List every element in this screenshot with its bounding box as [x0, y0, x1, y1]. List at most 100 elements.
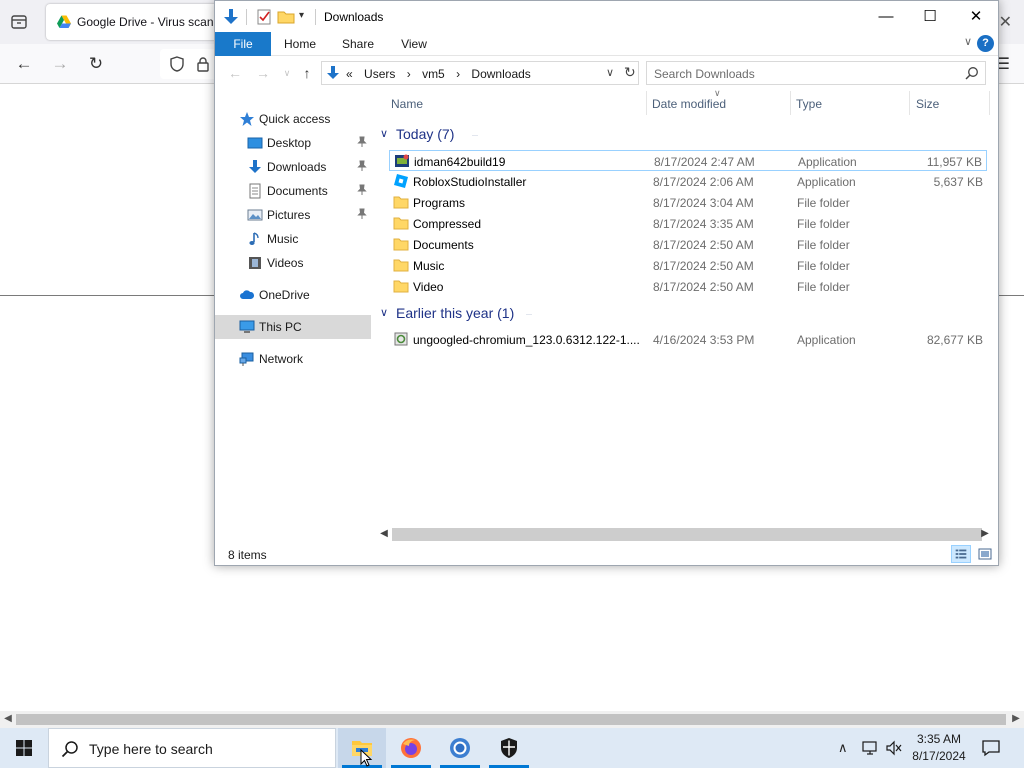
pin-icon[interactable]: [357, 160, 367, 172]
search-input[interactable]: Search Downloads: [646, 61, 986, 85]
collapse-chevron-icon[interactable]: ∨: [380, 127, 388, 140]
forward-icon[interactable]: →: [48, 52, 72, 76]
maximize-icon[interactable]: ☐: [907, 1, 953, 32]
videos-icon: [249, 257, 261, 269]
breadcrumb-overflow[interactable]: «: [346, 67, 353, 81]
sidebar-item-music[interactable]: Music: [215, 227, 371, 251]
pin-icon[interactable]: [357, 184, 367, 196]
sidebar-item-this-pc[interactable]: This PC: [215, 315, 371, 339]
sidebar-item-pictures[interactable]: Pictures: [215, 203, 371, 227]
breadcrumb-users[interactable]: Users: [364, 67, 395, 81]
notification-center-icon[interactable]: [981, 738, 1001, 758]
column-separator[interactable]: [646, 91, 647, 115]
large-icons-view-icon[interactable]: [975, 545, 995, 563]
reload-icon[interactable]: ↻: [84, 52, 108, 76]
new-folder-icon[interactable]: [277, 8, 295, 26]
tab-view[interactable]: View: [391, 32, 437, 56]
help-icon[interactable]: ?: [977, 35, 994, 52]
table-row[interactable]: Music 8/17/2024 2:50 AM File folder: [389, 255, 987, 276]
forward-icon[interactable]: →: [253, 63, 273, 83]
mouse-cursor-icon: [360, 749, 373, 767]
address-dropdown-icon[interactable]: ∨: [606, 66, 614, 79]
properties-icon[interactable]: [255, 8, 273, 26]
ribbon-expand-icon[interactable]: ∨: [964, 35, 972, 48]
breadcrumb-separator[interactable]: ›: [407, 67, 411, 81]
pin-icon[interactable]: [357, 208, 367, 220]
table-row[interactable]: Programs 8/17/2024 3:04 AM File folder: [389, 192, 987, 213]
sidebar-item-onedrive[interactable]: OneDrive: [215, 283, 371, 307]
horizontal-scrollbar[interactable]: ◀ ▶: [376, 526, 998, 543]
scroll-left-icon[interactable]: ◀: [377, 527, 391, 541]
volume-muted-icon[interactable]: [885, 740, 903, 756]
minimize-icon[interactable]: —: [863, 1, 909, 32]
up-icon[interactable]: ↑: [297, 63, 317, 83]
chrome-icon: [450, 738, 470, 758]
column-header-type[interactable]: Type: [796, 97, 822, 111]
tab-file[interactable]: File: [215, 32, 271, 56]
scrollbar-thumb[interactable]: [16, 714, 1006, 725]
shield-icon[interactable]: [169, 56, 185, 72]
document-icon: [249, 183, 261, 199]
taskbar-search-placeholder: Type here to search: [89, 741, 213, 757]
taskbar-search-input[interactable]: Type here to search: [48, 728, 336, 768]
browser-url-bar[interactable]: [160, 49, 220, 79]
title-bar[interactable]: ▾ Downloads — ☐ ✕: [215, 1, 998, 32]
column-header-size[interactable]: Size: [916, 97, 939, 111]
browser-close-icon[interactable]: ✕: [999, 12, 1012, 32]
breadcrumb-separator[interactable]: ›: [456, 67, 460, 81]
sidebar-item-desktop[interactable]: Desktop: [215, 131, 371, 155]
download-arrow-icon: [224, 9, 238, 24]
file-name: Video: [413, 280, 444, 294]
tab-share[interactable]: Share: [333, 32, 383, 56]
search-icon[interactable]: [965, 66, 979, 80]
breadcrumb-downloads[interactable]: Downloads: [471, 67, 530, 81]
table-row[interactable]: Documents 8/17/2024 2:50 AM File folder: [389, 234, 987, 255]
tab-list-icon[interactable]: [10, 13, 28, 31]
back-icon[interactable]: ←: [12, 52, 36, 76]
group-header-today[interactable]: ∨ Today (7): [380, 125, 990, 145]
table-row[interactable]: idman642build19 8/17/2024 2:47 AM Applic…: [389, 150, 987, 171]
column-header-name[interactable]: Name: [391, 97, 423, 111]
column-separator[interactable]: [790, 91, 791, 115]
lock-icon[interactable]: [196, 56, 210, 72]
pin-icon[interactable]: [357, 136, 367, 148]
taskbar-chrome[interactable]: [436, 728, 484, 768]
browser-horizontal-scrollbar[interactable]: ◀ ▶: [0, 711, 1024, 728]
group-header-earlier-this-year[interactable]: ∨ Earlier this year (1): [380, 304, 990, 324]
scroll-right-icon[interactable]: ▶: [1009, 712, 1023, 726]
recent-locations-icon[interactable]: ∨: [277, 63, 297, 83]
column-separator[interactable]: [909, 91, 910, 115]
details-view-icon[interactable]: [951, 545, 971, 563]
refresh-icon[interactable]: ↻: [624, 64, 636, 81]
tab-home[interactable]: Home: [275, 32, 325, 56]
file-date: 8/17/2024 2:50 AM: [653, 259, 754, 273]
windows-start-icon[interactable]: [0, 728, 48, 768]
network-icon[interactable]: [862, 740, 880, 756]
sidebar-item-downloads[interactable]: Downloads: [215, 155, 371, 179]
scrollbar-thumb[interactable]: [392, 528, 982, 541]
sidebar-item-network[interactable]: Network: [215, 347, 371, 371]
firefox-icon: [401, 738, 421, 758]
sidebar-item-quick-access[interactable]: Quick access: [215, 107, 371, 131]
column-header-date[interactable]: Date modified: [652, 97, 726, 111]
table-row[interactable]: ungoogled-chromium_123.0.6312.122-1.... …: [389, 329, 987, 350]
close-icon[interactable]: ✕: [953, 1, 999, 32]
roblox-app-icon: [394, 174, 408, 188]
customize-qa-icon[interactable]: ▾: [299, 10, 304, 21]
column-separator[interactable]: [989, 91, 990, 115]
address-bar[interactable]: « Users › vm5 › Downloads ∨ ↻: [321, 61, 639, 85]
sidebar-item-videos[interactable]: Videos: [215, 251, 371, 275]
collapse-chevron-icon[interactable]: ∨: [380, 306, 388, 319]
taskbar-firefox[interactable]: [387, 728, 435, 768]
sidebar-item-documents[interactable]: Documents: [215, 179, 371, 203]
table-row[interactable]: Video 8/17/2024 2:50 AM File folder: [389, 276, 987, 297]
table-row[interactable]: RobloxStudioInstaller 8/17/2024 2:06 AM …: [389, 171, 987, 192]
system-clock[interactable]: 3:35 AM 8/17/2024: [906, 731, 972, 765]
show-hidden-icons-icon[interactable]: ∧: [838, 740, 848, 756]
breadcrumb-vm5[interactable]: vm5: [422, 67, 445, 81]
scroll-right-icon[interactable]: ▶: [978, 527, 992, 541]
scroll-left-icon[interactable]: ◀: [1, 712, 15, 726]
table-row[interactable]: Compressed 8/17/2024 3:35 AM File folder: [389, 213, 987, 234]
taskbar-windows-security[interactable]: [485, 728, 533, 768]
back-icon[interactable]: ←: [225, 63, 245, 83]
